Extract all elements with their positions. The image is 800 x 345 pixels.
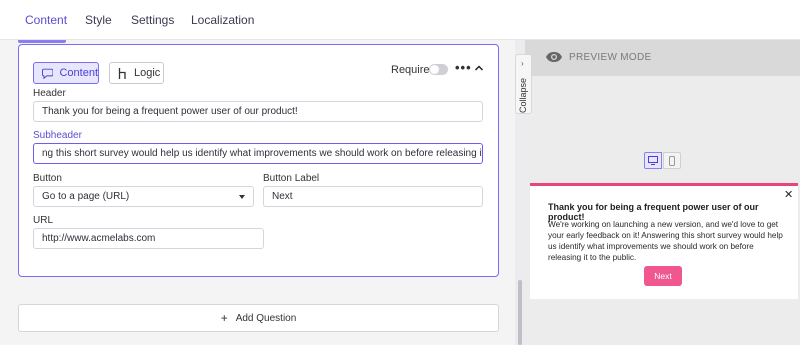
editor-panel: Content Logic Required ••• Header Thank …	[0, 40, 515, 345]
toggle-knob	[430, 65, 439, 74]
survey-preview-card: ✕ Thank you for being a frequent power u…	[530, 183, 798, 299]
chat-bubble-icon	[42, 68, 54, 79]
add-question-label: Add Question	[235, 312, 297, 324]
top-tabs: Content Style Settings Localization	[0, 0, 800, 40]
url-input[interactable]: http://www.acmelabs.com	[33, 228, 264, 249]
button-type-value: Go to a page (URL)	[42, 191, 130, 202]
subheader-label: Subheader	[33, 130, 82, 141]
active-question-indicator	[18, 40, 66, 43]
preview-header: PREVIEW MODE	[525, 40, 800, 76]
button-label-caption: Button	[33, 173, 62, 184]
mobile-preview-button[interactable]	[663, 152, 681, 169]
close-icon[interactable]: ✕	[784, 188, 793, 201]
collapse-button[interactable]: › Collapse	[515, 54, 532, 114]
required-toggle[interactable]	[429, 64, 448, 75]
content-mode-button[interactable]: Content	[33, 62, 99, 84]
button-label-input[interactable]: Next	[263, 186, 483, 207]
plus-icon: +	[220, 311, 228, 325]
chevron-up-icon[interactable]	[473, 62, 485, 74]
logic-mode-label: Logic	[134, 67, 161, 79]
survey-next-button[interactable]: Next	[644, 266, 682, 286]
collapse-label: Collapse	[518, 77, 528, 113]
chevron-down-icon	[239, 195, 245, 199]
content-mode-label: Content	[59, 67, 98, 79]
device-toggle	[644, 152, 684, 169]
question-card: Content Logic Required ••• Header Thank …	[18, 44, 499, 277]
header-input[interactable]: Thank you for being a frequent power use…	[33, 101, 483, 122]
desktop-preview-button[interactable]	[644, 152, 662, 169]
survey-body: We're working on launching a new version…	[548, 220, 783, 262]
subheader-input[interactable]: ng this short survey would help us ident…	[33, 143, 483, 164]
chevron-right-icon: ›	[521, 59, 524, 68]
add-question-button[interactable]: + Add Question	[18, 304, 499, 332]
tab-settings[interactable]: Settings	[131, 13, 174, 27]
button-type-select[interactable]: Go to a page (URL)	[33, 186, 254, 207]
header-label: Header	[33, 88, 66, 99]
preview-panel: PREVIEW MODE › Collapse ✕ Thank you for …	[515, 40, 800, 345]
url-label: URL	[33, 215, 54, 226]
logic-icon	[118, 67, 126, 79]
tab-localization[interactable]: Localization	[191, 13, 254, 27]
eye-icon	[546, 52, 562, 62]
desktop-icon	[648, 156, 658, 165]
tab-style[interactable]: Style	[85, 13, 112, 27]
mobile-icon	[669, 155, 675, 166]
button-label-field-caption: Button Label	[263, 173, 320, 184]
more-options-icon[interactable]: •••	[455, 60, 472, 75]
preview-mode-label: PREVIEW MODE	[569, 52, 652, 63]
tab-content[interactable]: Content	[25, 13, 67, 27]
scrollbar-thumb[interactable]	[518, 280, 522, 345]
logic-mode-button[interactable]: Logic	[109, 62, 164, 84]
